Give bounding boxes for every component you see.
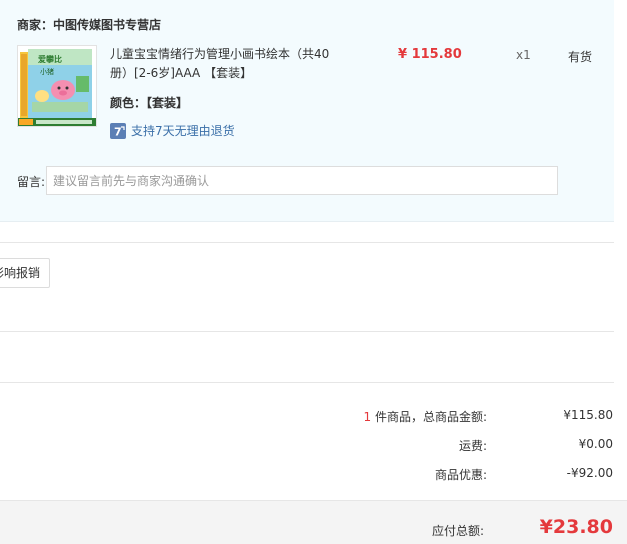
remark-label: 留言: bbox=[17, 175, 46, 189]
svg-text:小猪: 小猪 bbox=[40, 67, 54, 76]
product-variant: 颜色：【套装】 bbox=[110, 96, 189, 110]
product-title[interactable]: 儿童宝宝情绪行为管理小画书绘本（共40册）[2-6岁]AAA 【套装】 bbox=[110, 45, 342, 83]
store-order-block: 商家：中图传媒图书专营店 爱攀比 小猪 儿童宝宝情绪行为管理小画书绘本（共40册… bbox=[0, 0, 614, 222]
book-cover-icon: 爱攀比 小猪 bbox=[18, 46, 96, 126]
return-policy[interactable]: 7 支持7天无理由退货 bbox=[110, 122, 235, 139]
store-name: 商家：中图传媒图书专营店 bbox=[17, 16, 161, 33]
remark-input[interactable] bbox=[46, 166, 558, 195]
stock-status: 有货 bbox=[568, 50, 593, 64]
goods-count-label: 1 件商品，总商品金额: bbox=[364, 408, 488, 425]
divider bbox=[0, 382, 614, 383]
total-bar: 应付总额: ¥23.80 bbox=[0, 500, 627, 544]
product-price: ¥ 115.80 bbox=[398, 47, 462, 62]
order-confirmation-page: 商家：中图传媒图书专营店 爱攀比 小猪 儿童宝宝情绪行为管理小画书绘本（共40册… bbox=[0, 0, 627, 544]
divider bbox=[0, 331, 614, 332]
product-quantity: x1 bbox=[516, 48, 531, 62]
return-policy-text: 支持7天无理由退货 bbox=[131, 124, 235, 138]
total-value: ¥23.80 bbox=[539, 516, 613, 538]
shipping-label: 运费: bbox=[458, 439, 487, 453]
total-label: 应付总额: bbox=[431, 524, 484, 538]
svg-text:爱攀比: 爱攀比 bbox=[38, 54, 62, 64]
seven-day-return-icon: 7 bbox=[110, 122, 126, 139]
divider bbox=[0, 242, 614, 243]
shipping-value: ¥0.00 bbox=[578, 437, 613, 451]
goods-count-suffix: 件商品，总商品金额: bbox=[371, 410, 487, 424]
goods-count: 1 bbox=[363, 410, 372, 424]
svg-text:7: 7 bbox=[114, 125, 122, 138]
store-label: 商家： bbox=[17, 18, 54, 32]
product-image[interactable]: 爱攀比 小猪 bbox=[17, 45, 97, 127]
store-name-text[interactable]: 中图传媒图书专营店 bbox=[53, 18, 161, 32]
discount-label: 商品优惠: bbox=[434, 468, 487, 482]
invoice-impact-button[interactable]: 影响报销 bbox=[0, 258, 50, 288]
discount-value: -¥92.00 bbox=[566, 466, 613, 480]
goods-amount: ¥115.80 bbox=[563, 408, 613, 422]
